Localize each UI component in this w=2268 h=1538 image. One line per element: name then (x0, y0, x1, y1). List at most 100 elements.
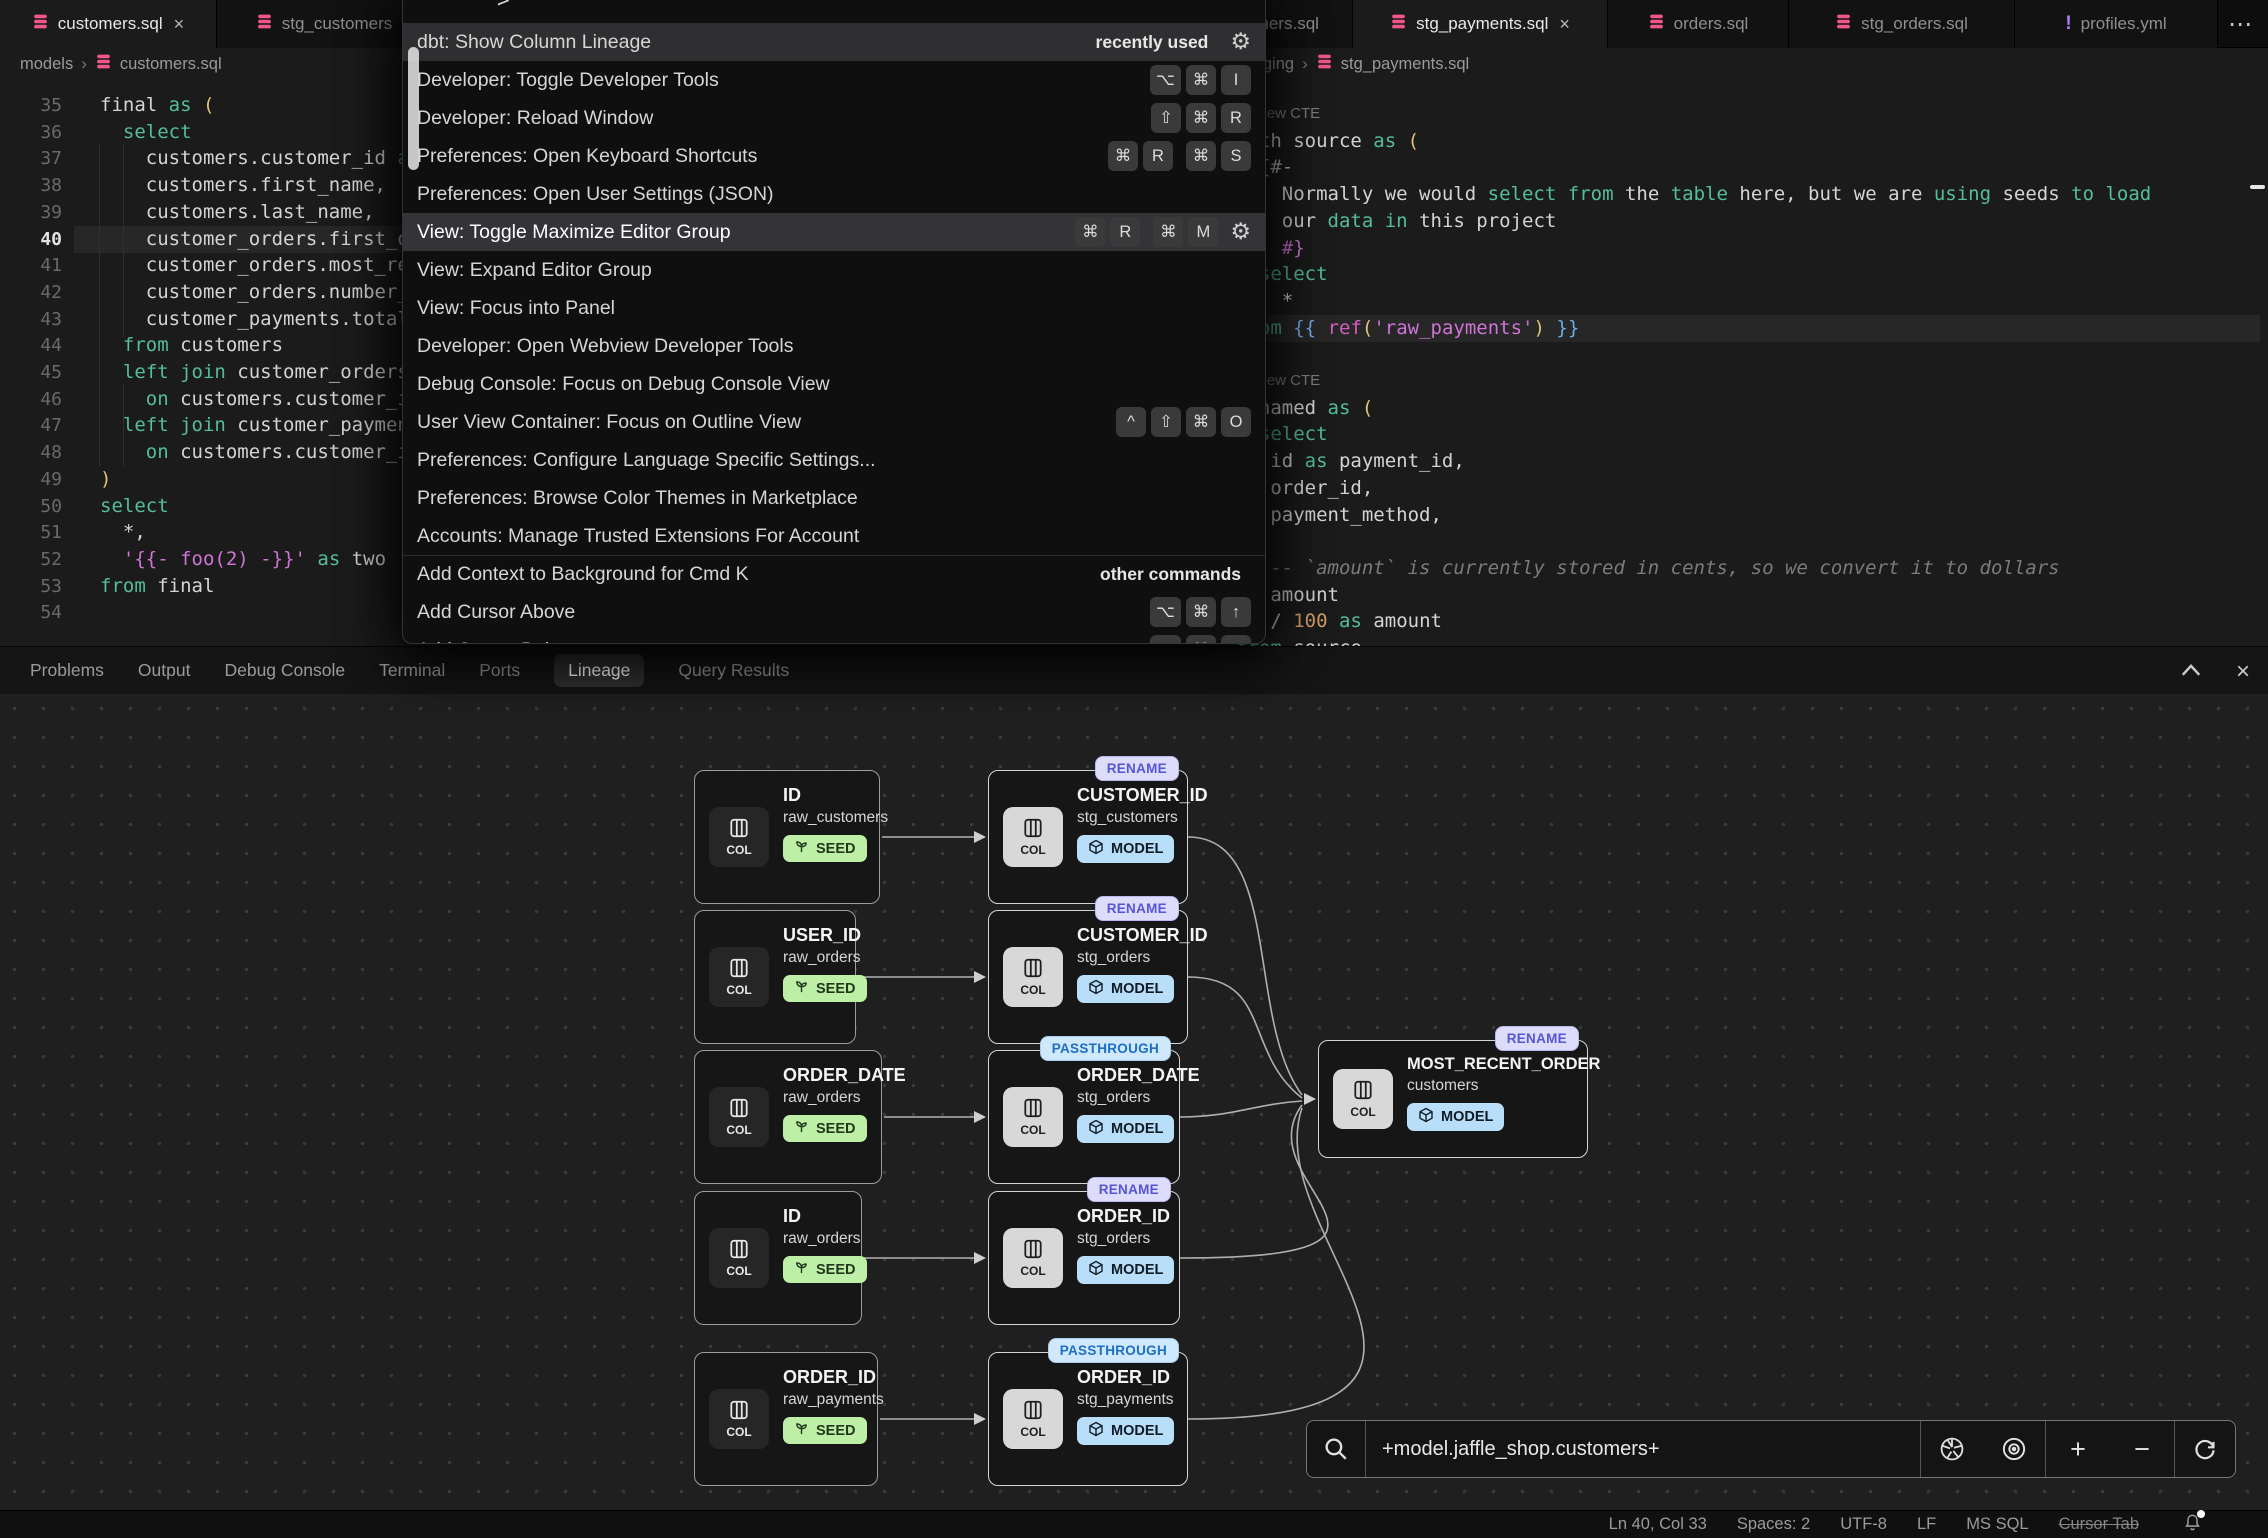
dbt-file-icon (1835, 13, 1852, 35)
breadcrumb-separator: › (81, 54, 87, 74)
minimap-scroll-marker[interactable] (2250, 185, 2265, 189)
code-line: customers.last_name, (100, 199, 375, 226)
tab-stg_payments-sql[interactable]: stg_payments.sql× (1353, 0, 1608, 48)
palette-item-add-context-to-background-for-cmd-k[interactable]: Add Context to Background for Cmd Kother… (403, 555, 1265, 593)
status-item[interactable]: Cursor Tab (2059, 1515, 2139, 1534)
more-tabs-icon[interactable]: ⋯ (2228, 10, 2254, 39)
node-title: ID (783, 1206, 847, 1227)
lineage-node-stg_orders-order_id[interactable]: RENAMECOLORDER_IDstg_ordersMODEL (988, 1191, 1180, 1325)
status-item[interactable]: Ln 40, Col 33 (1609, 1515, 1707, 1534)
lineage-canvas[interactable]: COLIDraw_customersSEEDCOLUSER_IDraw_orde… (0, 694, 2268, 1510)
keybinding-group: ⇧⌘R (1146, 103, 1251, 133)
tab-orders-sql[interactable]: orders.sql (1608, 0, 1789, 48)
bell-icon[interactable] (2183, 1513, 2202, 1537)
panel-tab-query-results[interactable]: Query Results (678, 660, 789, 681)
badge-seed: SEED (783, 835, 867, 862)
palette-item-view-expand-editor-group[interactable]: View: Expand Editor Group (403, 251, 1265, 289)
target-icon[interactable] (1983, 1421, 2045, 1477)
palette-item-preferences-configure-language-specific-[interactable]: Preferences: Configure Language Specific… (403, 441, 1265, 479)
node-meta: IDraw_customersSEED (783, 785, 865, 889)
edge-type-badge: PASSTHROUGH (1048, 1338, 1179, 1363)
close-icon[interactable]: × (1559, 14, 1570, 35)
tab-profiles-yml[interactable]: !profiles.yml (2015, 0, 2218, 48)
line-number: 36 (18, 119, 62, 146)
lineage-node-raw_payments-order_id[interactable]: COLORDER_IDraw_paymentsSEED (694, 1352, 878, 1486)
breadcrumb-item[interactable]: stg_payments.sql (1341, 55, 1469, 74)
palette-item-add-cursor-above[interactable]: Add Cursor Above⌥⌘↑ (403, 593, 1265, 631)
status-item[interactable]: UTF-8 (1840, 1515, 1887, 1534)
palette-item-view-toggle-maximize-editor-group[interactable]: View: Toggle Maximize Editor Group⌘R⌘M⚙ (403, 213, 1265, 251)
palette-item-developer-toggle-developer-tools[interactable]: Developer: Toggle Developer Tools⌥⌘I (403, 61, 1265, 99)
breadcrumb-item[interactable]: customers.sql (120, 55, 222, 74)
editor-group-right: customers.sqlstg_payments.sql×orders.sql… (1155, 0, 2268, 646)
node-subtitle: stg_orders (1077, 1089, 1165, 1107)
palette-item-preferences-open-keyboard-shortcuts[interactable]: Preferences: Open Keyboard Shortcuts⌘R⌘S (403, 137, 1265, 175)
palette-item-label: Preferences: Browse Color Themes in Mark… (417, 487, 1251, 510)
tab-stg_customers[interactable]: stg_customers (217, 0, 420, 48)
palette-item-developer-open-webview-developer-tools[interactable]: Developer: Open Webview Developer Tools (403, 327, 1265, 365)
chevron-up-icon[interactable] (2180, 663, 2202, 682)
lineage-node-raw_orders-user_id[interactable]: COLUSER_IDraw_ordersSEED (694, 910, 856, 1044)
refresh-icon[interactable] (2175, 1421, 2235, 1477)
zoom-out-button[interactable]: − (2110, 1421, 2174, 1477)
tab-stg_orders-sql[interactable]: stg_orders.sql (1789, 0, 2015, 48)
close-icon[interactable]: × (174, 14, 185, 35)
panel-tab-ports[interactable]: Ports (479, 660, 520, 681)
lineage-node-raw_customers-id[interactable]: COLIDraw_customersSEED (694, 770, 880, 904)
keycap: ⌘ (1153, 217, 1183, 247)
lineage-node-stg_orders-order_date[interactable]: PASSTHROUGHCOLORDER_DATEstg_ordersMODEL (988, 1050, 1180, 1184)
line-number: 45 (18, 359, 62, 386)
palette-item-dbt-show-column-lineage[interactable]: dbt: Show Column Lineagerecently used⚙ (403, 23, 1265, 61)
palette-item-add-cursor-below[interactable]: Add Cursor Below⌥⌘↓ (403, 631, 1265, 644)
status-bar: Ln 40, Col 33 Spaces: 2 UTF-8 LF MS SQL Curso… (0, 1510, 2268, 1538)
panel-tab-lineage[interactable]: Lineage (554, 654, 644, 687)
keycap: ⌘ (1186, 141, 1216, 171)
lineage-node-stg_orders-customer_id[interactable]: RENAMECOLCUSTOMER_IDstg_ordersMODEL (988, 910, 1188, 1044)
node-subtitle: raw_orders (783, 949, 841, 967)
panel-tab-debug-console[interactable]: Debug Console (224, 660, 345, 681)
palette-item-debug-console-focus-on-debug-console-vie[interactable]: Debug Console: Focus on Debug Console Vi… (403, 365, 1265, 403)
edge-type-badge: RENAME (1095, 756, 1179, 781)
indent-guide (99, 145, 100, 467)
gear-icon[interactable]: ⚙ (1230, 29, 1251, 55)
zoom-in-button[interactable]: + (2046, 1421, 2110, 1477)
palette-item-preferences-open-user-settings-json-[interactable]: Preferences: Open User Settings (JSON) (403, 175, 1265, 213)
column-icon: COL (1003, 947, 1063, 1007)
column-icon: COL (709, 807, 769, 867)
close-icon[interactable]: × (2236, 658, 2250, 686)
breadcrumb-item[interactable]: models (20, 55, 73, 74)
palette-item-developer-reload-window[interactable]: Developer: Reload Window⇧⌘R (403, 99, 1265, 137)
palette-item-preferences-browse-color-themes-in-marke[interactable]: Preferences: Browse Color Themes in Mark… (403, 479, 1265, 517)
gear-icon[interactable]: ⚙ (1230, 219, 1251, 245)
search-icon[interactable] (1307, 1421, 1365, 1477)
breadcrumb-right[interactable]: models›staging›stg_payments.sql (1155, 48, 2268, 80)
panel-tab-problems[interactable]: Problems (30, 660, 104, 681)
yaml-warning-icon: ! (2065, 13, 2071, 35)
lineage-node-raw_orders-order_date[interactable]: COLORDER_DATEraw_ordersSEED (694, 1050, 882, 1184)
line-number: 39 (18, 199, 62, 226)
line-number: 47 (18, 412, 62, 439)
aperture-icon[interactable] (1921, 1421, 1983, 1477)
palette-item-user-view-container-focus-on-outline-vie[interactable]: User View Container: Focus on Outline Vi… (403, 403, 1265, 441)
panel-tab-terminal[interactable]: Terminal (379, 660, 445, 681)
lineage-node-stg_customers-customer_id[interactable]: RENAMECOLCUSTOMER_IDstg_customersMODEL (988, 770, 1188, 904)
breadcrumb-left[interactable]: models › customers.sql (0, 48, 420, 80)
keycap: O (1221, 407, 1251, 437)
lineage-search-input[interactable] (1366, 1421, 1920, 1477)
lineage-node-raw_orders-id[interactable]: COLIDraw_ordersSEED (694, 1191, 862, 1325)
palette-item-label: Developer: Open Webview Developer Tools (417, 335, 1251, 358)
status-item[interactable]: MS SQL (1966, 1515, 2028, 1534)
scrollbar-thumb[interactable] (408, 47, 419, 170)
panel-tab-output[interactable]: Output (138, 660, 191, 681)
lineage-node-customers-most_recent_order[interactable]: RENAMECOLMOST_RECENT_ORDERcustomersMODEL (1318, 1040, 1588, 1158)
palette-item-accounts-manage-trusted-extensions-for-a[interactable]: Accounts: Manage Trusted Extensions For … (403, 517, 1265, 555)
tab-customers-sql[interactable]: customers.sql× (0, 0, 217, 48)
lineage-node-stg_payments-order_id[interactable]: PASSTHROUGHCOLORDER_IDstg_paymentsMODEL (988, 1352, 1188, 1486)
node-title: ORDER_DATE (1077, 1065, 1165, 1086)
keycap: R (1143, 141, 1173, 171)
code-line: ) (100, 466, 111, 493)
status-item[interactable]: LF (1917, 1515, 1936, 1534)
palette-item-view-focus-into-panel[interactable]: View: Focus into Panel (403, 289, 1265, 327)
status-item[interactable]: Spaces: 2 (1737, 1515, 1810, 1534)
palette-query-input[interactable]: > (497, 0, 510, 12)
